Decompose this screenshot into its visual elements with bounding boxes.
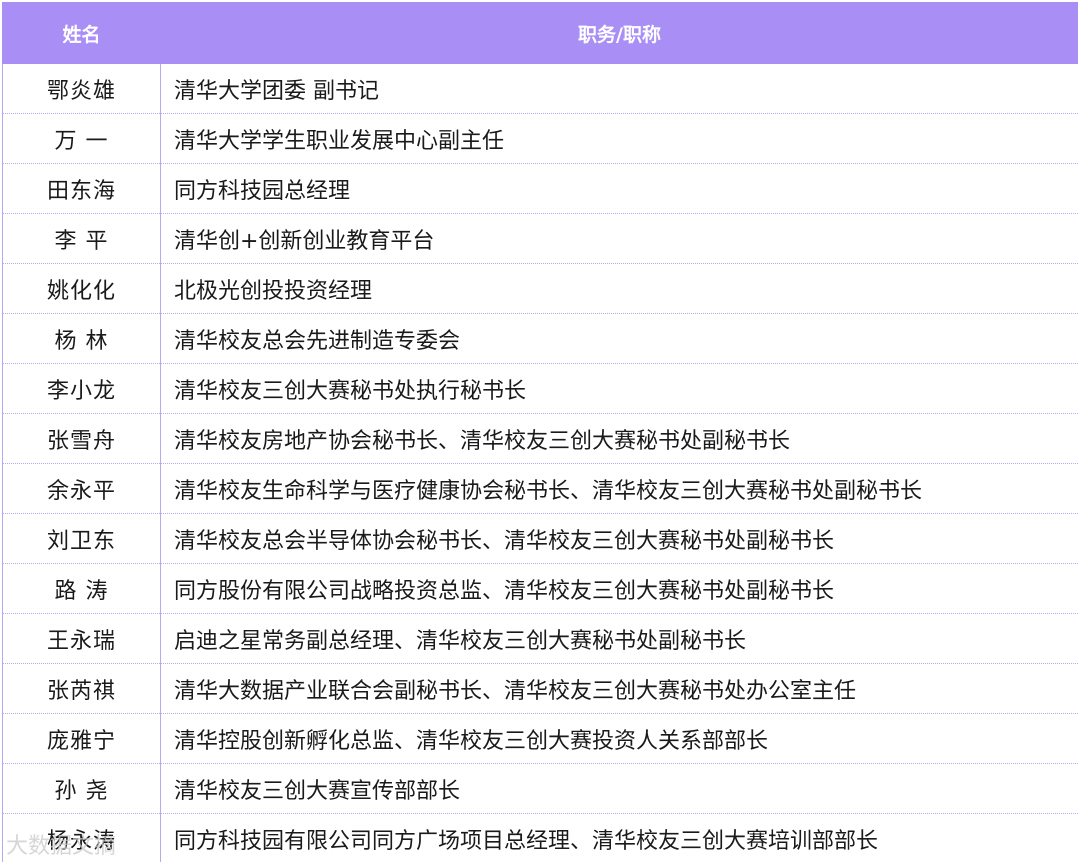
- table-body: 鄂炎雄 清华大学团委 副书记万 一清华大学学生职业发展中心副主任 田东海 同方科技园总…: [2, 63, 1078, 862]
- cell-title: 清华大学团委 副书记: [160, 63, 1078, 114]
- table-row: 张雪舟 清华校友房地产协会秘书长、清华校友三创大赛秘书处副秘书长: [2, 413, 1078, 464]
- table-row: 姚化化 北极光创投投资经理: [2, 263, 1078, 314]
- cell-name: 鄂炎雄: [2, 63, 161, 114]
- table-row: 余永平 清华校友生命科学与医疗健康协会秘书长、清华校友三创大赛秘书处副秘书长: [2, 463, 1078, 514]
- table-row: 刘卫东 清华校友总会半导体协会秘书长、清华校友三创大赛秘书处副秘书长: [2, 513, 1078, 564]
- cell-name: 姚化化: [2, 263, 161, 314]
- cell-title: 清华控股创新孵化总监、清华校友三创大赛投资人关系部部长: [160, 713, 1078, 764]
- cell-title: 清华校友总会半导体协会秘书长、清华校友三创大赛秘书处副秘书长: [160, 513, 1078, 564]
- cell-title: 清华大学学生职业发展中心副主任: [160, 113, 1078, 164]
- staff-table: 姓名 职务/职称 鄂炎雄 清华大学团委 副书记万 一清华大学学生职业发展中心副主任…: [2, 2, 1078, 862]
- cell-title: 清华校友三创大赛秘书处执行秘书长: [160, 363, 1078, 414]
- cell-title: 同方股份有限公司战略投资总监、清华校友三创大赛秘书处副秘书长: [160, 563, 1078, 614]
- header-title: 职务/职称: [160, 2, 1078, 64]
- table-row: 李 平清华创+创新创业教育平台: [2, 213, 1078, 264]
- cell-title: 清华校友三创大赛宣传部部长: [160, 763, 1078, 814]
- header-name: 姓名: [2, 2, 161, 64]
- table-row: 庞雅宁 清华控股创新孵化总监、清华校友三创大赛投资人关系部部长: [2, 713, 1078, 764]
- cell-title: 启迪之星常务副总经理、清华校友三创大赛秘书处副秘书长: [160, 613, 1078, 664]
- table-row: 杨 林清华校友总会先进制造专委会: [2, 313, 1078, 364]
- cell-name: 杨永涛: [2, 813, 161, 862]
- table-row: 田东海 同方科技园总经理: [2, 163, 1078, 214]
- cell-title: 清华校友生命科学与医疗健康协会秘书长、清华校友三创大赛秘书处副秘书长: [160, 463, 1078, 514]
- cell-name: 王永瑞: [2, 613, 161, 664]
- cell-title: 同方科技园总经理: [160, 163, 1078, 214]
- cell-title: 清华创+创新创业教育平台: [160, 213, 1078, 264]
- table-container: 姓名 职务/职称 鄂炎雄 清华大学团委 副书记万 一清华大学学生职业发展中心副主任…: [2, 2, 1078, 862]
- table-row: 万 一清华大学学生职业发展中心副主任: [2, 113, 1078, 164]
- cell-title: 北极光创投投资经理: [160, 263, 1078, 314]
- table-row: 张芮祺 清华大数据产业联合会副秘书长、清华校友三创大赛秘书处办公室主任: [2, 663, 1078, 714]
- table-header: 姓名 职务/职称: [2, 2, 1078, 64]
- cell-name: 李小龙: [2, 363, 161, 414]
- table-row: 李小龙 清华校友三创大赛秘书处执行秘书长: [2, 363, 1078, 414]
- cell-name: 张雪舟: [2, 413, 161, 464]
- table-row: 王永瑞 启迪之星常务副总经理、清华校友三创大赛秘书处副秘书长: [2, 613, 1078, 664]
- cell-name: 万 一: [2, 113, 161, 164]
- header-row: 姓名 职务/职称: [2, 2, 1078, 64]
- table-row: 杨永涛 同方科技园有限公司同方广场项目总经理、清华校友三创大赛培训部部长: [2, 813, 1078, 862]
- table-row: 孙 尧清华校友三创大赛宣传部部长: [2, 763, 1078, 814]
- cell-title: 清华校友房地产协会秘书长、清华校友三创大赛秘书处副秘书长: [160, 413, 1078, 464]
- cell-name: 李 平: [2, 213, 161, 264]
- cell-title: 清华大数据产业联合会副秘书长、清华校友三创大赛秘书处办公室主任: [160, 663, 1078, 714]
- cell-name: 路 涛: [2, 563, 161, 614]
- cell-name: 庞雅宁: [2, 713, 161, 764]
- cell-name: 孙 尧: [2, 763, 161, 814]
- cell-name: 杨 林: [2, 313, 161, 364]
- cell-name: 余永平: [2, 463, 161, 514]
- cell-name: 田东海: [2, 163, 161, 214]
- cell-name: 刘卫东: [2, 513, 161, 564]
- cell-title: 同方科技园有限公司同方广场项目总经理、清华校友三创大赛培训部部长: [160, 813, 1078, 862]
- table-row: 鄂炎雄 清华大学团委 副书记: [2, 63, 1078, 114]
- cell-name: 张芮祺: [2, 663, 161, 714]
- cell-title: 清华校友总会先进制造专委会: [160, 313, 1078, 364]
- table-row: 路 涛同方股份有限公司战略投资总监、清华校友三创大赛秘书处副秘书长: [2, 563, 1078, 614]
